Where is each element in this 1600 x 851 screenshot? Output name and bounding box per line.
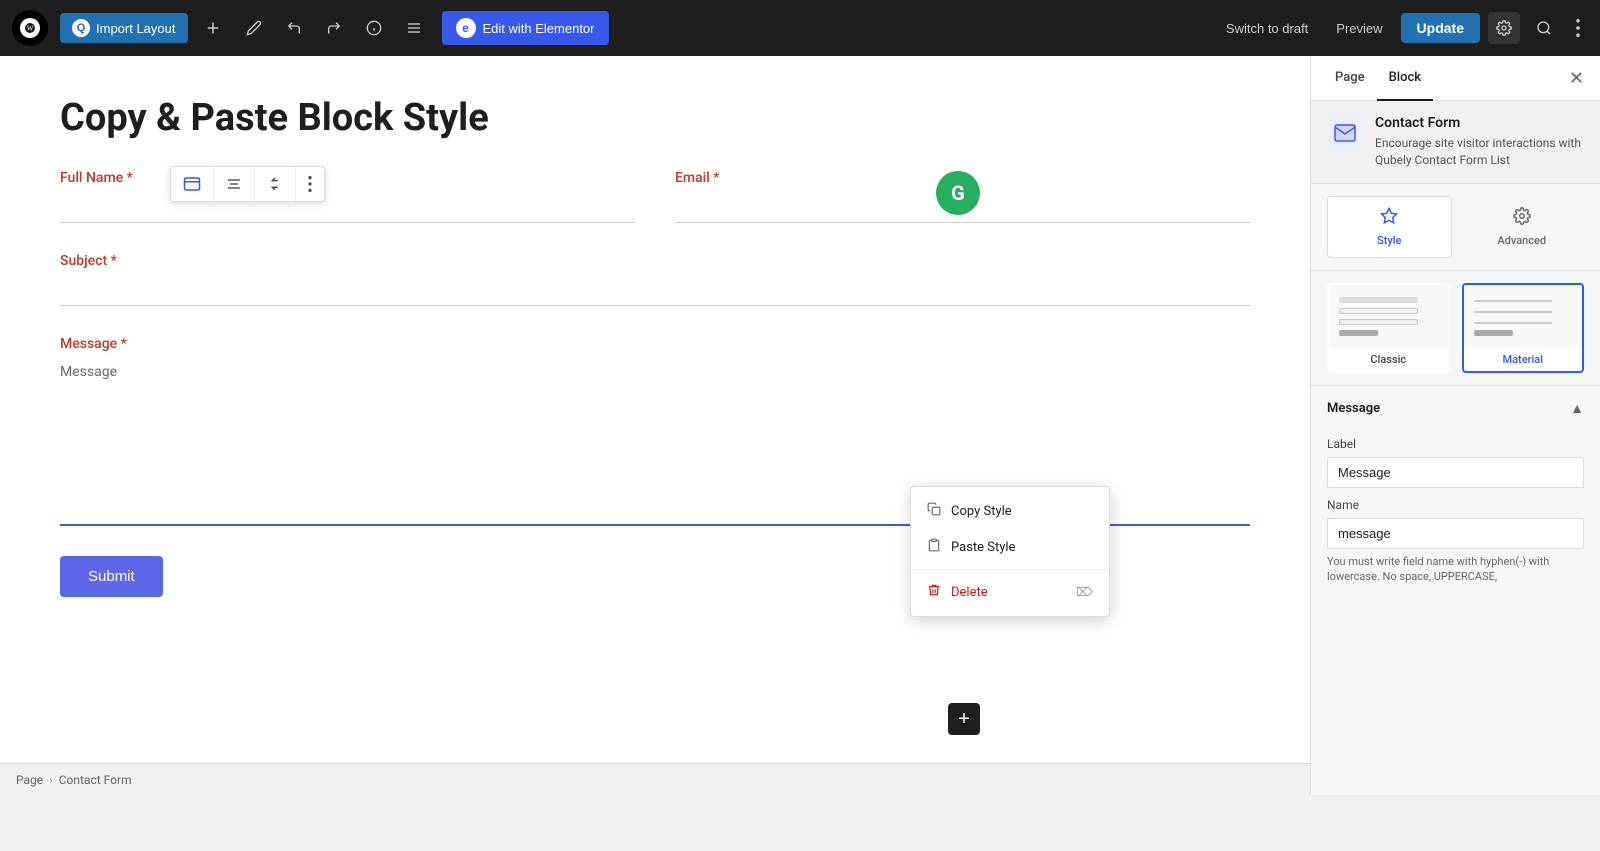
label-field-label: Label — [1327, 437, 1584, 451]
style-tab-label: Style — [1377, 234, 1401, 247]
classic-preview — [1329, 285, 1448, 348]
sidebar-close-button[interactable]: ✕ — [1565, 64, 1588, 93]
breadcrumb: Page › Contact Form — [0, 763, 1310, 795]
redo-button[interactable] — [318, 14, 350, 42]
add-block-bottom-button[interactable]: + — [948, 703, 980, 735]
message-label: Message * — [60, 336, 1250, 352]
right-sidebar: Page Block ✕ Contact Form Encourage site… — [1310, 56, 1600, 795]
message-section-header[interactable]: Message ▲ — [1327, 386, 1584, 427]
copy-icon — [927, 502, 941, 520]
message-section: Message ▲ Label Name You must write fiel… — [1311, 386, 1600, 585]
style-tab[interactable]: Style — [1327, 196, 1452, 258]
info-button[interactable] — [358, 14, 390, 42]
block-more-options[interactable] — [296, 167, 324, 201]
search-button[interactable] — [1528, 12, 1560, 44]
full-name-field: Full Name * — [60, 170, 635, 223]
copy-style-label: Copy Style — [951, 504, 1012, 519]
material-preview — [1464, 285, 1583, 348]
name-field-input[interactable] — [1327, 518, 1584, 549]
move-handle[interactable] — [255, 167, 296, 201]
block-info-desc: Encourage site visitor interactions with… — [1375, 135, 1584, 169]
elementor-label: Edit with Elementor — [483, 21, 595, 36]
message-placeholder[interactable]: Message — [60, 360, 1250, 384]
subject-field: Subject * — [60, 253, 1250, 306]
subject-label: Subject * — [60, 253, 1250, 269]
block-info-title: Contact Form — [1375, 115, 1584, 131]
settings-button[interactable] — [1488, 12, 1520, 44]
undo-button[interactable] — [278, 14, 310, 42]
context-menu-divider — [911, 569, 1109, 570]
advanced-tab-icon — [1513, 207, 1531, 230]
full-name-input[interactable] — [60, 194, 635, 223]
trash-icon — [927, 583, 941, 601]
style-options: Classic Material — [1311, 271, 1600, 386]
copy-style-item[interactable]: Copy Style — [911, 493, 1109, 529]
material-label: Material — [1464, 348, 1583, 371]
svg-text:W: W — [27, 25, 34, 33]
name-field-hint: You must write field name with hyphen(-)… — [1327, 554, 1584, 585]
edit-pen-button[interactable] — [238, 14, 270, 42]
block-type-icon[interactable] — [171, 167, 214, 201]
content-area: Copy & Paste Block Style G Full Name * E… — [0, 56, 1310, 795]
advanced-tab-label: Advanced — [1497, 234, 1546, 247]
sidebar-tabs: Page Block ✕ — [1311, 56, 1600, 101]
edit-with-elementor-button[interactable]: e Edit with Elementor — [442, 11, 609, 45]
delete-shortcut: ⌦ — [1076, 585, 1093, 599]
message-section-chevron-up-icon: ▲ — [1570, 400, 1584, 417]
update-button[interactable]: Update — [1401, 13, 1480, 43]
add-block-button[interactable] — [196, 13, 230, 43]
context-menu: Copy Style Paste Style Delete ⌦ — [910, 486, 1110, 617]
contact-form-block-icon — [1327, 115, 1363, 151]
name-field-label: Name — [1327, 498, 1584, 512]
tab-block[interactable]: Block — [1377, 56, 1433, 101]
breadcrumb-separator: › — [49, 773, 53, 787]
import-layout-label: Import Layout — [96, 21, 176, 36]
block-toolbar — [170, 166, 325, 202]
style-advanced-tabs: Style Advanced — [1311, 184, 1600, 271]
import-layout-button[interactable]: Q Import Layout — [60, 13, 188, 43]
tab-page[interactable]: Page — [1323, 56, 1377, 101]
paste-icon — [927, 538, 941, 556]
switch-to-draft-button[interactable]: Switch to draft — [1216, 15, 1318, 42]
delete-label: Delete — [951, 585, 988, 600]
breadcrumb-page[interactable]: Page — [16, 773, 43, 787]
preview-button[interactable]: Preview — [1326, 15, 1392, 42]
page-title: Copy & Paste Block Style — [60, 96, 1250, 140]
classic-style-option[interactable]: Classic — [1327, 283, 1450, 373]
block-info-text: Contact Form Encourage site visitor inte… — [1375, 115, 1584, 169]
paste-style-item[interactable]: Paste Style — [911, 529, 1109, 565]
full-name-label: Full Name * — [60, 170, 635, 186]
more-options-button[interactable] — [1568, 11, 1588, 45]
wp-logo[interactable]: W — [12, 10, 48, 46]
classic-label: Classic — [1329, 348, 1448, 371]
delete-item[interactable]: Delete ⌦ — [911, 574, 1109, 610]
submit-button[interactable]: Submit — [60, 556, 163, 597]
subject-input[interactable] — [60, 277, 1250, 306]
block-info: Contact Form Encourage site visitor inte… — [1311, 101, 1600, 184]
grammarly-icon[interactable]: G — [936, 171, 980, 215]
topbar: W Q Import Layout e Edit with Elementor … — [0, 0, 1600, 56]
breadcrumb-current: Contact Form — [59, 773, 132, 787]
label-field-input[interactable] — [1327, 457, 1584, 488]
style-tab-icon — [1380, 207, 1398, 230]
align-center-button[interactable] — [214, 167, 255, 201]
material-style-option[interactable]: Material — [1462, 283, 1585, 373]
advanced-tab[interactable]: Advanced — [1460, 196, 1585, 258]
main-layout: Copy & Paste Block Style G Full Name * E… — [0, 56, 1600, 795]
list-view-button[interactable] — [398, 14, 430, 42]
paste-style-label: Paste Style — [951, 540, 1015, 555]
message-section-title: Message — [1327, 401, 1380, 416]
